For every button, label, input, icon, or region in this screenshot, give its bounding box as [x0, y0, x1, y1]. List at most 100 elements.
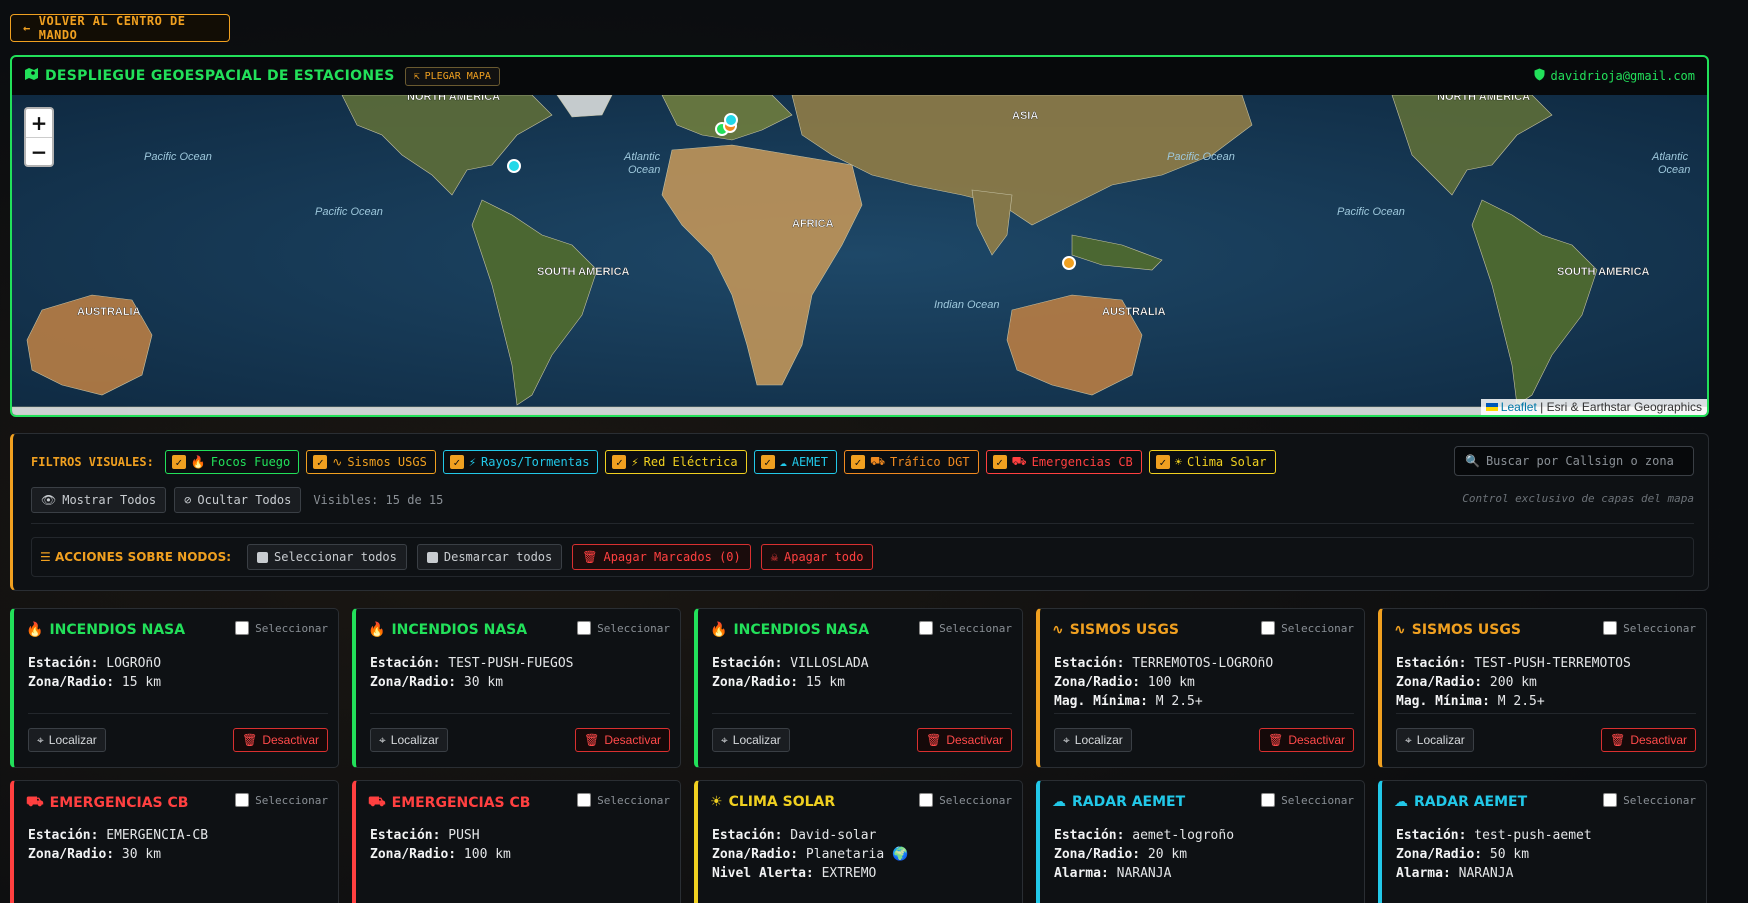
card-field-value: VILLOSLADA [790, 656, 869, 671]
deactivate-button[interactable]: 🗑 Desactivar [233, 728, 328, 752]
cloud-rain-icon: ☁ [1394, 794, 1408, 810]
card-select[interactable]: Seleccionar [1603, 621, 1696, 635]
select-checkbox[interactable] [1261, 793, 1276, 807]
filter-chip-solar[interactable]: ✓ ☀ Clima Solar [1148, 450, 1276, 474]
user-email: davidrioja@gmail.com [1534, 68, 1695, 84]
map-marker-solar[interactable] [1062, 256, 1076, 270]
select-label: Seleccionar [1623, 793, 1696, 807]
card-title: ☁ RADAR AEMET [1394, 794, 1527, 810]
locate-button[interactable]: ⌖ Localizar [370, 728, 448, 752]
select-checkbox[interactable] [235, 621, 250, 635]
select-checkbox[interactable] [919, 621, 934, 635]
map-marker-aemet[interactable] [507, 159, 521, 173]
filter-chip-fire[interactable]: ✓ 🔥 Focos Fuego [164, 450, 300, 474]
leaflet-link[interactable]: Leaflet [1501, 400, 1537, 414]
card-select[interactable]: Seleccionar [1261, 621, 1354, 635]
card-field-label: Zona/Radio: [370, 675, 457, 690]
map-layers-note: Control exclusivo de capas del mapa [1462, 492, 1694, 505]
search-box[interactable]: 🔍 [1454, 446, 1694, 476]
label-asia: ASIA [1012, 110, 1038, 122]
card-divider [712, 713, 1012, 714]
filter-chip-traffic[interactable]: ✓ ⛟ Tráfico DGT [843, 450, 979, 474]
filter-chip-power-grid[interactable]: ✓ ⚡ Red Eléctrica [605, 450, 747, 474]
deactivate-button[interactable]: 🗑 Desactivar [1259, 728, 1354, 752]
trash-icon: 🗑 [584, 733, 600, 747]
card-select[interactable]: Seleccionar [1261, 793, 1354, 807]
filter-chip-label: AEMET [791, 455, 828, 469]
card-field-label: Zona/Radio: [712, 675, 799, 690]
fire-icon: 🔥 [368, 622, 386, 638]
card-select[interactable]: Seleccionar [919, 793, 1012, 807]
filters-row: FILTROS VISUALES: ✓ 🔥 Focos Fuego ✓ ∿ Sismos… [31, 450, 1276, 474]
card-field: Zona/Radio: 30 km [28, 845, 208, 864]
visibility-controls: 👁 Mostrar Todos ⊘ Ocultar Todos Visibles: … [31, 487, 443, 513]
filters-label: FILTROS VISUALES: [31, 455, 154, 469]
card-select[interactable]: Seleccionar [235, 621, 328, 635]
locate-button[interactable]: ⌖ Localizar [1054, 728, 1132, 752]
fire-icon: 🔥 [190, 455, 206, 469]
locate-button[interactable]: ⌖ Localizar [28, 728, 106, 752]
map-canvas[interactable]: NORTH AMERICA ASIA AFRICA SOUTH AMERICA … [12, 95, 1707, 415]
card-select[interactable]: Seleccionar [577, 793, 670, 807]
hide-all-label: Ocultar Todos [197, 493, 292, 507]
card-select[interactable]: Seleccionar [235, 793, 328, 807]
card-field-value: M 2.5+ [1155, 694, 1203, 709]
card-field-value: 200 km [1489, 675, 1537, 690]
checkbox-checked-icon: ✓ [760, 455, 775, 469]
trash-icon: 🗑 [582, 550, 598, 564]
checkbox-checked-icon: ✓ [313, 455, 328, 469]
card-field-label: Alarma: [1054, 866, 1109, 881]
select-checkbox[interactable] [1603, 793, 1618, 807]
fold-map-button[interactable]: ⇱ PLEGAR MAPA [404, 66, 500, 86]
world-map: NORTH AMERICA ASIA AFRICA SOUTH AMERICA … [12, 95, 1707, 415]
card-field-value: aemet-logroño [1132, 828, 1235, 843]
select-checkbox[interactable] [577, 621, 592, 635]
select-all-button[interactable]: Seleccionar todos [247, 544, 407, 570]
card-title-text: EMERGENCIAS CB [391, 795, 531, 811]
card-field: Zona/Radio: 100 km [1054, 673, 1273, 692]
select-checkbox[interactable] [577, 793, 592, 807]
card-field-label: Zona/Radio: [712, 847, 799, 862]
locate-button[interactable]: ⌖ Localizar [1396, 728, 1474, 752]
card-field-value: TEST-PUSH-FUEGOS [448, 656, 574, 671]
select-checkbox[interactable] [1261, 621, 1276, 635]
deactivate-label: Desactivar [262, 733, 319, 747]
station-card: ∿ SISMOS USGS Seleccionar Estación: TERREMO… [1036, 608, 1365, 768]
card-body: Estación: aemet-logroño Zona/Radio: 20 km… [1054, 826, 1234, 883]
search-input[interactable] [1485, 454, 1676, 468]
back-to-command-center-button[interactable]: ← VOLVER AL CENTRO DE MANDO [10, 14, 230, 42]
card-select[interactable]: Seleccionar [919, 621, 1012, 635]
select-checkbox[interactable] [1603, 621, 1618, 635]
map-marker-aemet-2[interactable] [724, 113, 738, 127]
bolt-icon: ⚡ [631, 455, 639, 469]
filter-chip-emergency[interactable]: ✓ ⛟ Emergencias CB [985, 450, 1142, 474]
zoom-out-button[interactable]: − [26, 137, 52, 165]
ambulance-icon: ⛟ [368, 794, 386, 810]
deactivate-button[interactable]: 🗑 Desactivar [1601, 728, 1696, 752]
power-off-all-button[interactable]: ☠ Apagar todo [760, 544, 874, 570]
power-off-marked-button[interactable]: 🗑 Apagar Marcados (0) [572, 544, 751, 570]
locate-button[interactable]: ⌖ Localizar [712, 728, 790, 752]
card-field-value: David-solar [790, 828, 877, 843]
filter-chip-seismic[interactable]: ✓ ∿ Sismos USGS [306, 450, 436, 474]
zoom-in-button[interactable]: + [26, 109, 52, 137]
card-field-label: Zona/Radio: [370, 847, 457, 862]
card-body: Estación: VILLOSLADA Zona/Radio: 15 km [712, 654, 869, 692]
filter-chip-aemet[interactable]: ✓ ☁ AEMET [753, 450, 837, 474]
label-south-america: SOUTH AMERICA [537, 266, 630, 278]
select-checkbox[interactable] [235, 793, 250, 807]
deactivate-button[interactable]: 🗑 Desactivar [575, 728, 670, 752]
station-card: 🔥 INCENDIOS NASA Seleccionar Estación: VILL… [694, 608, 1023, 768]
card-field-value: 30 km [463, 675, 504, 690]
hide-all-button[interactable]: ⊘ Ocultar Todos [174, 487, 302, 513]
select-checkbox[interactable] [919, 793, 934, 807]
deactivate-button[interactable]: 🗑 Desactivar [917, 728, 1012, 752]
card-field: Zona/Radio: 15 km [28, 673, 161, 692]
card-select[interactable]: Seleccionar [577, 621, 670, 635]
label-pacific-ocean-4: Pacific Ocean [1337, 206, 1405, 218]
filter-chip-lightning[interactable]: ✓ ⚡ Rayos/Tormentas [442, 450, 599, 474]
select-all-label: Seleccionar todos [274, 550, 397, 564]
show-all-button[interactable]: 👁 Mostrar Todos [31, 487, 167, 513]
deselect-all-button[interactable]: Desmarcar todos [416, 544, 563, 570]
card-select[interactable]: Seleccionar [1603, 793, 1696, 807]
